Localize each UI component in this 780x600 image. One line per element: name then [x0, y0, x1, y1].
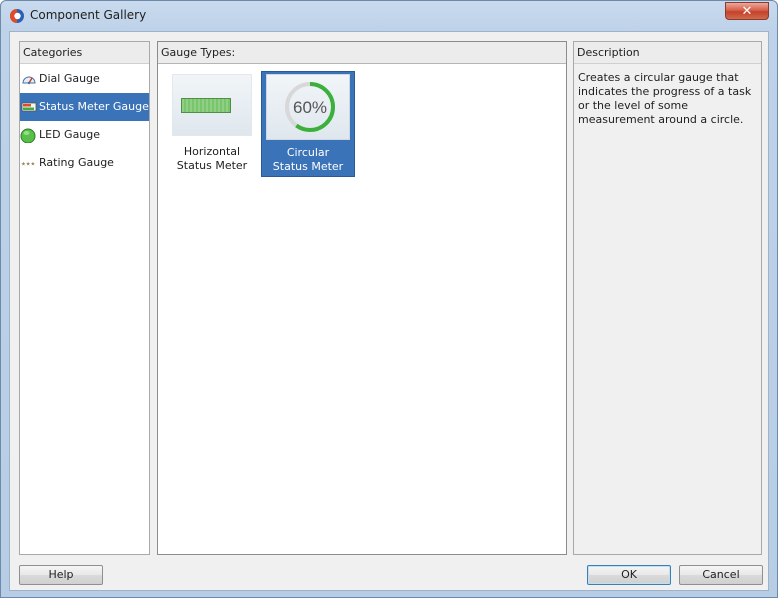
- tile-horizontal-status-meter[interactable]: Horizontal Status Meter: [165, 71, 259, 177]
- tile-label-line1: Circular: [286, 146, 330, 159]
- description-panel: Description Creates a circular gauge tha…: [573, 41, 762, 555]
- tile-label: Horizontal Status Meter: [165, 145, 259, 173]
- cancel-button[interactable]: Cancel: [679, 565, 763, 585]
- category-item-status-meter-gauge[interactable]: Status Meter Gauge: [20, 93, 149, 121]
- gauge-types-header: Gauge Types:: [158, 42, 566, 64]
- category-item-dial-gauge[interactable]: Dial Gauge: [20, 65, 149, 93]
- app-logo-icon: [10, 9, 24, 23]
- dialog-body: Categories Dial Gauge Status Meter Gauge…: [9, 31, 769, 591]
- categories-panel: Categories Dial Gauge Status Meter Gauge…: [19, 41, 150, 555]
- close-icon: ✕: [741, 4, 753, 19]
- categories-header: Categories: [20, 42, 149, 64]
- horizontal-status-meter-thumbnail: [172, 74, 252, 136]
- component-gallery-dialog: Component Gallery ✕ Categories Dial Gaug…: [0, 0, 778, 598]
- ok-button-label: OK: [621, 568, 637, 581]
- gauge-value-text: 60%: [293, 98, 327, 117]
- gauge-types-header-label: Gauge Types:: [161, 46, 236, 59]
- tile-label-line2: Status Meter: [176, 159, 248, 172]
- dial-gauge-icon: [22, 76, 36, 85]
- status-meter-icon: [21, 102, 37, 112]
- ok-button[interactable]: OK: [587, 565, 671, 585]
- category-label: Dial Gauge: [39, 72, 100, 85]
- svg-text:★★★: ★★★: [21, 162, 36, 168]
- category-label: LED Gauge: [39, 128, 101, 141]
- led-gauge-icon: [20, 128, 36, 143]
- categories-header-label: Categories: [23, 46, 83, 59]
- tile-label-line2: Status Meter: [272, 160, 344, 173]
- window-title: Component Gallery: [30, 8, 147, 22]
- help-button[interactable]: Help: [19, 565, 103, 585]
- help-button-label: Help: [48, 568, 74, 581]
- gauge-types-grid: Horizontal Status Meter 60% Circular Sta…: [158, 65, 566, 554]
- rating-gauge-icon: ★★★: [21, 162, 36, 168]
- title-bar[interactable]: Component Gallery ✕: [1, 1, 777, 31]
- description-text: Creates a circular gauge that indicates …: [578, 71, 752, 126]
- category-item-led-gauge[interactable]: LED Gauge: [20, 121, 149, 149]
- category-list: Dial Gauge Status Meter Gauge LED Gauge …: [20, 65, 149, 177]
- category-item-rating-gauge[interactable]: ★★★ Rating Gauge: [20, 149, 149, 177]
- horizontal-bar-icon: [181, 98, 231, 113]
- category-label: Rating Gauge: [39, 156, 114, 169]
- cancel-button-label: Cancel: [702, 568, 740, 581]
- close-button[interactable]: ✕: [725, 2, 769, 20]
- gauge-types-panel: Gauge Types: Horizontal Status Meter 60%…: [157, 41, 567, 555]
- category-label: Status Meter Gauge: [39, 100, 149, 113]
- tile-circular-status-meter[interactable]: 60% Circular Status Meter: [261, 71, 355, 177]
- circular-gauge-icon: 60%: [285, 82, 335, 132]
- circular-status-meter-thumbnail: 60%: [266, 74, 350, 140]
- description-header: Description: [574, 42, 761, 64]
- tile-label-line1: Horizontal: [183, 145, 241, 158]
- tile-label: Circular Status Meter: [262, 146, 354, 174]
- description-header-label: Description: [577, 46, 640, 59]
